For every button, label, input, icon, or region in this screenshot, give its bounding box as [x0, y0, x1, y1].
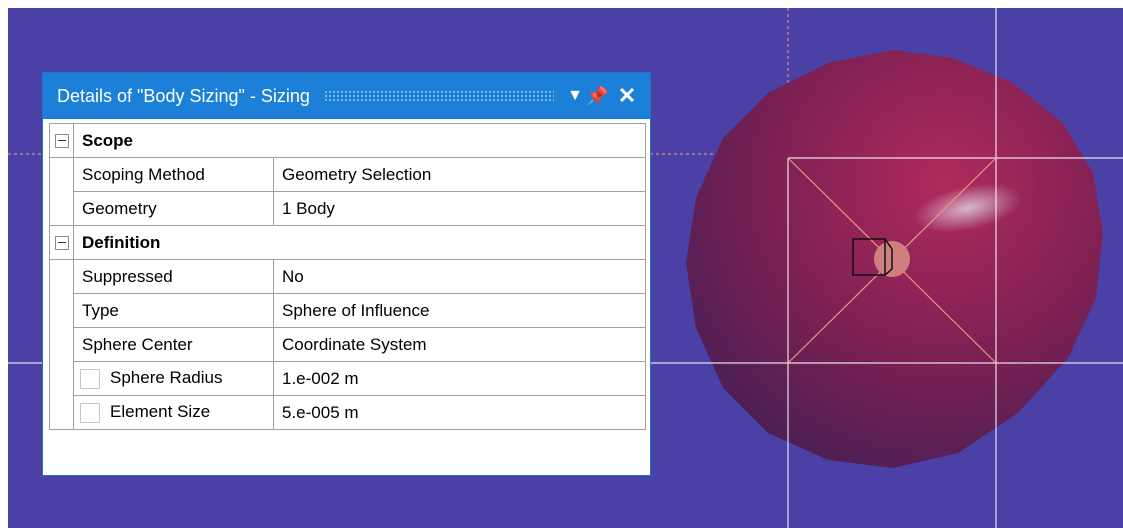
- section-label: Definition: [73, 225, 646, 260]
- property-label-cell: Element Size: [73, 395, 274, 430]
- details-panel: Details of "Body Sizing" - Sizing ▼ 📌 ✕ …: [42, 72, 651, 476]
- section-label: Scope: [73, 123, 646, 158]
- parameter-checkbox[interactable]: [80, 368, 100, 389]
- row-sphere-center[interactable]: Sphere Center Coordinate System: [49, 327, 646, 362]
- property-value[interactable]: 1.e-002 m: [273, 361, 646, 396]
- collapse-icon[interactable]: [54, 236, 69, 251]
- property-label: Type: [73, 293, 274, 328]
- property-label: Scoping Method: [73, 157, 274, 192]
- row-element-size[interactable]: Element Size 5.e-005 m: [49, 395, 646, 430]
- property-label: Suppressed: [73, 259, 274, 294]
- details-title-bar[interactable]: Details of "Body Sizing" - Sizing ▼ 📌 ✕: [43, 73, 650, 119]
- row-scoping-method[interactable]: Scoping Method Geometry Selection: [49, 157, 646, 192]
- property-value[interactable]: Coordinate System: [273, 327, 646, 362]
- property-value[interactable]: 5.e-005 m: [273, 395, 646, 430]
- property-value[interactable]: Sphere of Influence: [273, 293, 646, 328]
- section-scope[interactable]: Scope: [49, 123, 646, 158]
- expander-scope[interactable]: [49, 123, 74, 158]
- parameter-checkbox[interactable]: [80, 402, 100, 423]
- details-title: Details of "Body Sizing" - Sizing: [57, 85, 310, 106]
- row-sphere-radius[interactable]: Sphere Radius 1.e-002 m: [49, 361, 646, 396]
- expander-definition[interactable]: [49, 225, 74, 260]
- property-label: Sphere Center: [73, 327, 274, 362]
- row-geometry[interactable]: Geometry 1 Body: [49, 191, 646, 226]
- property-label: Element Size: [110, 402, 211, 422]
- row-type[interactable]: Type Sphere of Influence: [49, 293, 646, 328]
- drag-grip[interactable]: [323, 90, 554, 102]
- property-value[interactable]: No: [273, 259, 646, 294]
- pin-icon[interactable]: 📌: [586, 86, 608, 107]
- section-definition[interactable]: Definition: [49, 225, 646, 260]
- property-label-cell: Sphere Radius: [73, 361, 274, 396]
- property-value[interactable]: 1 Body: [273, 191, 646, 226]
- chevron-down-icon[interactable]: ▼: [564, 87, 586, 105]
- property-label: Sphere Radius: [110, 368, 223, 388]
- details-grid: Scope Scoping Method Geometry Selection …: [49, 123, 646, 430]
- close-icon[interactable]: ✕: [616, 83, 638, 109]
- row-suppressed[interactable]: Suppressed No: [49, 259, 646, 294]
- property-label: Geometry: [73, 191, 274, 226]
- collapse-icon[interactable]: [54, 134, 69, 149]
- property-value[interactable]: Geometry Selection: [273, 157, 646, 192]
